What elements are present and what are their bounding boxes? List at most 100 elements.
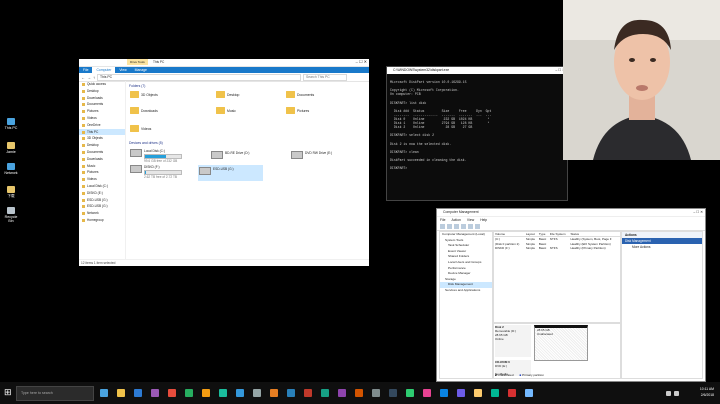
refresh-icon[interactable]	[475, 224, 480, 229]
cm-menu-item[interactable]: File	[440, 217, 445, 223]
properties-icon[interactable]	[461, 224, 466, 229]
drive-item[interactable]: BD-RE Drive (D:)	[211, 151, 249, 159]
taskbar-app-icon[interactable]	[202, 389, 210, 397]
folder-item[interactable]: 3D Objects	[130, 91, 158, 98]
taskbar-app-icon[interactable]	[440, 389, 448, 397]
taskbar-app-icon[interactable]	[304, 389, 312, 397]
drive-item[interactable]: DISKD (F:) 2.62 TB free of 2.72 TB	[130, 165, 182, 179]
forward-arrow-icon[interactable]: →	[87, 75, 91, 80]
desktop-icon[interactable]: Jamie	[2, 142, 20, 154]
table-row[interactable]: DISKD (F:) Simple Basic NTFS Healthy (Primar…	[494, 246, 620, 251]
help-icon[interactable]	[468, 224, 473, 229]
clock-time[interactable]: 10:11 AM	[700, 387, 714, 391]
taskbar-app-icon[interactable]	[508, 389, 516, 397]
taskbar-app-icon[interactable]	[134, 389, 142, 397]
taskbar-app-icon[interactable]	[287, 389, 295, 397]
folders-header[interactable]: Folders (7)	[129, 84, 145, 88]
folder-item[interactable]: Downloads	[130, 107, 158, 114]
taskbar-app-icon[interactable]	[457, 389, 465, 397]
taskbar-app-icon[interactable]	[406, 389, 414, 397]
back-icon[interactable]	[440, 224, 445, 229]
taskbar-app-icon[interactable]	[355, 389, 363, 397]
back-arrow-icon[interactable]: ←	[81, 75, 85, 80]
unallocated-partition[interactable]: 28.65 GB Unallocated	[534, 325, 588, 361]
devices-header[interactable]: Devices and drives (5)	[129, 141, 163, 145]
nav-item[interactable]: Local Disk (C:)	[79, 183, 125, 190]
folder-item[interactable]: Pictures	[286, 107, 309, 114]
nav-item[interactable]: OneDrive	[79, 122, 125, 129]
taskbar-app-icon[interactable]	[389, 389, 397, 397]
ribbon-tab[interactable]: Computer	[92, 67, 116, 73]
ribbon-tab[interactable]: View	[115, 68, 130, 72]
taskbar-app-icon[interactable]	[219, 389, 227, 397]
forward-icon[interactable]	[447, 224, 452, 229]
cm-menu-item[interactable]: View	[467, 217, 474, 223]
desktop-icon[interactable]: 下载	[2, 186, 20, 199]
desktop-icon[interactable]: Network	[2, 163, 20, 175]
nav-item[interactable]: Desktop	[79, 142, 125, 149]
address-input[interactable]: This PC	[97, 73, 301, 81]
network-icon[interactable]	[666, 391, 671, 396]
cm-menu-item[interactable]: Action	[451, 217, 460, 223]
taskbar-search-input[interactable]: Type here to search	[16, 386, 94, 401]
windows-start-icon[interactable]: ⊞	[4, 388, 12, 397]
folder-item[interactable]: Music	[216, 107, 236, 114]
taskbar-app-icon[interactable]	[474, 389, 482, 397]
tree-item[interactable]: Services and Applications	[440, 288, 492, 294]
window-controls[interactable]: ‒ ☐ ✕	[356, 59, 367, 64]
nav-item[interactable]: This PC	[79, 128, 125, 136]
taskbar-app-icon[interactable]	[185, 389, 193, 397]
taskbar-app-icon[interactable]	[117, 389, 125, 397]
nav-item[interactable]: Desktop	[79, 88, 125, 95]
nav-item[interactable]: Videos	[79, 176, 125, 183]
nav-item[interactable]: Downloads	[79, 156, 125, 163]
drive-item[interactable]: Local Disk (C:) 99.6 GB free of 232 GB	[130, 149, 182, 163]
nav-item[interactable]: Downloads	[79, 95, 125, 102]
nav-item[interactable]: Pictures	[79, 169, 125, 176]
taskbar-app-icon[interactable]	[253, 389, 261, 397]
nav-item[interactable]: DISKD (E:)	[79, 190, 125, 197]
nav-item[interactable]: Network	[79, 210, 125, 217]
console-output[interactable]: Microsoft DiskPart version 10.0.16299.15…	[387, 74, 567, 172]
taskbar-app-icon[interactable]	[423, 389, 431, 397]
nav-item[interactable]: Videos	[79, 115, 125, 122]
nav-item[interactable]: 3D Objects	[79, 135, 125, 142]
desktop-icon[interactable]: Recycle Bin	[2, 207, 20, 223]
taskbar-app-icon[interactable]	[525, 389, 533, 397]
taskbar-app-icon[interactable]	[338, 389, 346, 397]
nav-item[interactable]: Pictures	[79, 108, 125, 115]
nav-item[interactable]: Homegroup	[79, 217, 125, 224]
taskbar-app-icon[interactable]	[321, 389, 329, 397]
clock-date[interactable]: 2/6/2018	[701, 393, 714, 397]
disk2-info[interactable]: Disk 2 Removable (D:) 28.65 GB Online	[495, 325, 531, 357]
taskbar-app-icon[interactable]	[270, 389, 278, 397]
drive-item[interactable]: DVD RW Drive (E:)	[291, 151, 332, 159]
search-input[interactable]: Search This PC	[303, 73, 347, 81]
taskbar-app-icon[interactable]	[168, 389, 176, 397]
taskbar-app-icon[interactable]	[100, 389, 108, 397]
nav-item[interactable]: Quick access	[79, 81, 125, 88]
drive-item[interactable]: ESD-USB (G:)	[198, 165, 263, 181]
folder-item[interactable]: Videos	[130, 125, 151, 132]
folder-item[interactable]: Documents	[286, 91, 314, 98]
desktop-icon[interactable]: This PC	[2, 118, 20, 130]
taskbar-app-icon[interactable]	[151, 389, 159, 397]
folder-item[interactable]: Desktop	[216, 91, 239, 98]
cm-menu-item[interactable]: Help	[480, 217, 487, 223]
ribbon-tab[interactable]: Manage	[131, 68, 151, 72]
window-controls[interactable]: ‒ ☐ ✕	[693, 209, 703, 216]
up-icon[interactable]	[454, 224, 459, 229]
taskbar-app-icon[interactable]	[236, 389, 244, 397]
nav-item[interactable]: Music	[79, 163, 125, 170]
tree-item[interactable]: Computer Management (Local)	[440, 232, 492, 238]
ribbon-tab[interactable]: File	[79, 68, 92, 72]
volume-icon[interactable]	[674, 391, 679, 396]
nav-item[interactable]: ESD-USB (G:)	[79, 197, 125, 204]
up-arrow-icon[interactable]: ↑	[93, 75, 95, 80]
nav-item[interactable]: ESD-USB (G:)	[79, 203, 125, 210]
nav-item[interactable]: Documents	[79, 149, 125, 156]
action-more-actions[interactable]: More Actions	[622, 244, 702, 250]
taskbar-app-icon[interactable]	[491, 389, 499, 397]
nav-item[interactable]: Documents	[79, 101, 125, 108]
taskbar-app-icon[interactable]	[372, 389, 380, 397]
